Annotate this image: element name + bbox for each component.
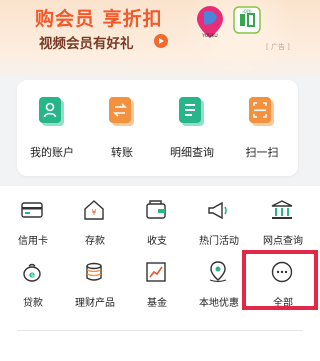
grid-item-label: 存款 (85, 236, 105, 247)
youku-logo: YOUKU (197, 6, 223, 39)
statement-icon (179, 97, 204, 126)
bottom-section (0, 316, 320, 361)
credit-card-icon (21, 202, 43, 218)
grid-item-label: 理财产品 (75, 298, 115, 309)
grid-item-label: 收支 (147, 236, 167, 247)
quick-action-transfer[interactable]: 转账 (87, 96, 157, 166)
ad-label: [ 广告 ] (266, 43, 290, 51)
grid-item-label: 贷款 (23, 298, 43, 309)
play-icon[interactable] (154, 34, 168, 48)
grid-item-fund[interactable]: 基金 (126, 252, 188, 312)
grid-item-credit-card[interactable]: 信用卡 (2, 190, 64, 250)
transfer-icon (109, 97, 134, 126)
bank-branch-icon (271, 200, 293, 219)
location-icon (209, 261, 227, 283)
coins-icon (86, 262, 102, 281)
quick-action-label: 我的账户 (30, 146, 74, 159)
grid-item-label: 基金 (147, 298, 167, 309)
grid-item-local-deals[interactable]: 本地优惠 (188, 252, 250, 312)
grid-item-loan[interactable]: e 贷款 (2, 252, 64, 312)
highlight-box (242, 250, 318, 310)
scan-icon (249, 97, 274, 126)
svg-text:YOUKU: YOUKU (201, 33, 217, 39)
megaphone-icon (208, 201, 227, 220)
grid-item-label: 网点查询 (263, 236, 303, 247)
svg-text:¥: ¥ (91, 208, 96, 217)
grid-item-income-expense[interactable]: 收支 (126, 190, 188, 250)
grid-item-branch-search[interactable]: 网点查询 (252, 190, 314, 250)
grid-item-deposit[interactable]: ¥ 存款 (64, 190, 126, 250)
quick-action-label: 转账 (111, 146, 133, 159)
income-expense-icon (146, 200, 166, 219)
banner-title: 购会员 享折扣 (35, 8, 163, 30)
account-icon (39, 97, 64, 126)
quick-action-scan[interactable]: 扫一扫 (227, 96, 297, 166)
quick-action-my-account[interactable]: 我的账户 (17, 96, 87, 166)
quick-actions-card: 我的账户 转账 明细查询 扫一扫 (17, 80, 298, 176)
svg-text:iQIYI: iQIYI (242, 9, 251, 14)
section-divider (17, 330, 303, 331)
quick-action-label: 明细查询 (170, 146, 214, 159)
loan-icon: e (23, 263, 41, 282)
grid-item-label: 本地优惠 (199, 298, 239, 309)
iqiyi-logo: iQIYI (233, 6, 261, 34)
quick-action-statement[interactable]: 明细查询 (157, 96, 227, 166)
deposit-icon: ¥ (84, 200, 104, 220)
grid-item-label: 热门活动 (199, 236, 239, 247)
fund-chart-icon (146, 262, 166, 282)
banner-subtitle: 视频会员有好礼 (39, 36, 134, 52)
quick-action-label: 扫一扫 (245, 146, 279, 159)
grid-item-hot-events[interactable]: 热门活动 (188, 190, 250, 250)
promo-banner[interactable]: 购会员 享折扣 视频会员有好礼 YOUKU iQIYI [ 广告 ] (0, 0, 320, 78)
grid-item-wealth-products[interactable]: 理财产品 (64, 252, 126, 312)
svg-text:e: e (29, 271, 35, 281)
grid-item-label: 信用卡 (18, 236, 48, 247)
